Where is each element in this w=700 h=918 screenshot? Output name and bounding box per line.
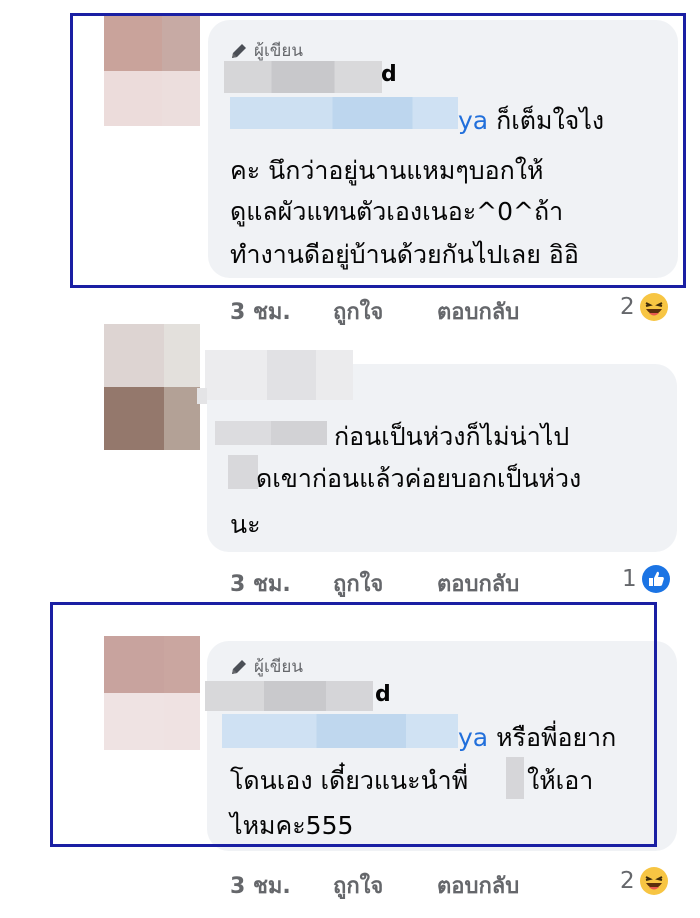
reply-button[interactable]: ตอบกลับ — [437, 566, 519, 601]
reaction-summary[interactable]: 2 — [620, 866, 669, 896]
redacted-mention — [228, 455, 258, 489]
highlight-box — [50, 602, 657, 847]
avatar[interactable] — [104, 324, 200, 450]
timestamp[interactable]: 3 ชม. — [230, 868, 333, 903]
redacted-mention — [215, 421, 327, 445]
like-button[interactable]: ถูกใจ — [333, 294, 437, 329]
like-icon — [641, 565, 670, 593]
comment-line: ก่อนเป็นห่วงก็ไม่น่าไป — [334, 422, 570, 451]
reaction-summary[interactable]: 2 — [620, 292, 669, 322]
haha-icon — [639, 293, 668, 321]
reply-button[interactable]: ตอบกลับ — [437, 294, 519, 329]
comment-actions: 3 ชม. ถูกใจ ตอบกลับ — [230, 868, 519, 903]
redacted-name — [197, 388, 207, 404]
reaction-count: 2 — [620, 868, 635, 894]
haha-icon — [639, 867, 668, 895]
like-button[interactable]: ถูกใจ — [333, 868, 437, 903]
reaction-summary[interactable]: 1 — [622, 564, 671, 594]
reaction-count: 1 — [622, 566, 637, 592]
timestamp[interactable]: 3 ชม. — [230, 294, 333, 329]
comment-actions: 3 ชม. ถูกใจ ตอบกลับ — [230, 566, 519, 601]
reaction-count: 2 — [620, 294, 635, 320]
comment-line: นะ — [230, 510, 261, 539]
reply-button[interactable]: ตอบกลับ — [437, 868, 519, 903]
comment-actions: 3 ชม. ถูกใจ ตอบกลับ — [230, 294, 519, 329]
redacted-name — [205, 350, 353, 400]
highlight-box — [70, 13, 686, 288]
comment-line: ดเขาก่อนแล้วค่อยบอกเป็นห่วง — [256, 464, 582, 493]
timestamp[interactable]: 3 ชม. — [230, 566, 333, 601]
like-button[interactable]: ถูกใจ — [333, 566, 437, 601]
